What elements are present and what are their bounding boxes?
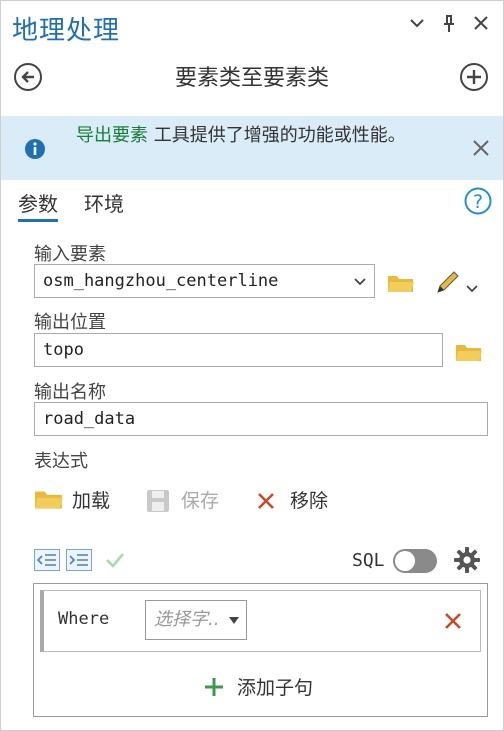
- close-icon[interactable]: [472, 14, 490, 37]
- load-button[interactable]: 加载: [72, 486, 110, 513]
- indent-icon[interactable]: [66, 549, 92, 575]
- svg-text:?: ?: [473, 191, 483, 213]
- output-location-input[interactable]: topo: [34, 333, 443, 367]
- where-label: Where: [58, 609, 110, 629]
- load-folder-icon[interactable]: [34, 487, 64, 515]
- output-location-value: topo: [43, 340, 84, 360]
- info-icon: [24, 138, 46, 164]
- output-name-input[interactable]: road_data: [34, 402, 488, 436]
- pencil-icon[interactable]: [434, 270, 462, 300]
- remove-x-icon[interactable]: [256, 491, 276, 515]
- delete-clause-icon[interactable]: [443, 611, 463, 635]
- gear-icon[interactable]: [453, 546, 481, 578]
- input-features-label: 输入要素: [34, 244, 106, 265]
- plus-icon: [467, 70, 481, 84]
- dismiss-info-icon[interactable]: [472, 139, 490, 161]
- tool-title: 要素类至要素类: [174, 66, 329, 91]
- input-features-value: osm_hangzhou_centerline: [43, 271, 279, 291]
- input-features-dropdown[interactable]: osm_hangzhou_centerline: [34, 264, 375, 298]
- pin-icon[interactable]: [440, 14, 458, 39]
- info-message-text: 工具提供了增强的功能或性能。: [148, 125, 406, 146]
- tab-environments[interactable]: 环境: [84, 188, 124, 217]
- chevron-down-icon: [354, 278, 366, 286]
- pane-title: 地理处理: [12, 16, 121, 46]
- browse-folder-icon[interactable]: [455, 341, 483, 367]
- field-select-placeholder: 选择字..: [154, 609, 220, 630]
- save-button: 保存: [181, 490, 220, 512]
- export-features-link[interactable]: 导出要素: [76, 125, 148, 146]
- help-icon[interactable]: ?: [464, 187, 492, 219]
- chevron-down-icon[interactable]: [466, 278, 478, 297]
- add-tool-button[interactable]: [460, 63, 488, 91]
- tab-parameters[interactable]: 参数: [18, 188, 58, 222]
- info-message: 导出要素 工具提供了增强的功能或性能。: [76, 123, 436, 149]
- save-icon: [145, 488, 171, 518]
- caret-down-icon: [229, 617, 239, 624]
- outdent-icon[interactable]: [34, 549, 60, 575]
- chevron-down-icon[interactable]: [408, 14, 426, 37]
- sql-toggle[interactable]: [392, 548, 438, 578]
- output-location-label: 输出位置: [34, 312, 106, 333]
- remove-button[interactable]: 移除: [290, 486, 328, 513]
- add-clause-button[interactable]: 添加子句: [237, 673, 313, 700]
- validate-check-icon: [104, 550, 126, 574]
- plus-icon[interactable]: [203, 676, 225, 702]
- browse-folder-icon[interactable]: [387, 272, 415, 298]
- expression-label: 表达式: [34, 451, 88, 472]
- output-name-value: road_data: [43, 409, 136, 429]
- sql-label: SQL: [352, 550, 385, 571]
- output-name-label: 输出名称: [34, 382, 106, 403]
- field-select[interactable]: 选择字..: [145, 600, 247, 640]
